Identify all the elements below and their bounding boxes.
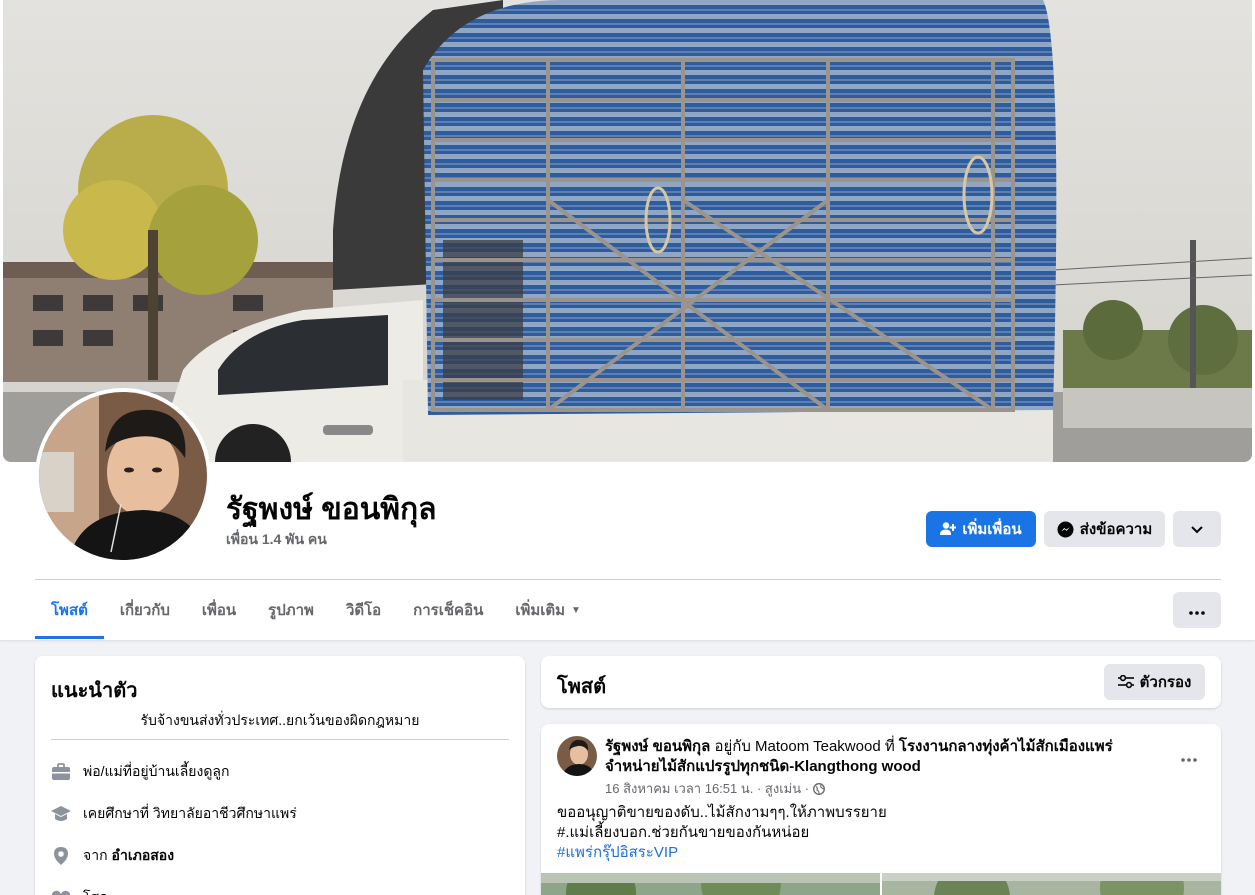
chevron-down-icon	[1191, 521, 1203, 538]
intro-bio: รับจ้างขนส่งทั่วประเทศ..ยกเว้นของผิดกฎหม…	[140, 712, 420, 728]
posts-title: โพสต์	[557, 676, 607, 698]
post-meta: 16 สิงหาคม เวลา 16:51 น. · สูงเม่น ·	[605, 778, 825, 799]
posts-header-card: โพสต์ ตัวกรอง	[541, 656, 1221, 708]
tab-more[interactable]: เพิ่มเติม ▼	[499, 581, 597, 639]
post-card: รัฐพงษ์ ขอนพิกุล อยู่กับ Matoom Teakwood…	[541, 724, 1221, 895]
caret-down-icon: ▼	[571, 604, 581, 616]
intro-item-hometown: จาก อำเภอสอง	[51, 845, 174, 867]
intro-card: แนะนำตัว รับจ้างขนส่งทั่วประเทศ..ยกเว้นข…	[35, 656, 525, 895]
post-author-name[interactable]: รัฐพงษ์ ขอนพิกุล	[605, 738, 710, 755]
ellipsis-icon	[1189, 602, 1205, 619]
intro-hometown-link[interactable]: อำเภอสอง	[112, 845, 174, 867]
intro-item-education: เคยศึกษาที่ วิทยาลัยอาชีวศึกษาแพร่	[51, 803, 297, 825]
add-friend-label: เพิ่มเพื่อน	[962, 521, 1022, 538]
friends-count[interactable]: เพื่อน 1.4 พัน คน	[226, 529, 327, 551]
post-author-avatar[interactable]	[557, 736, 597, 776]
post-tagged-person[interactable]: Matoom Teakwood	[755, 738, 881, 755]
tab-label: รูปภาพ	[268, 602, 314, 619]
post-body: ขออนุญาติขายของดับ..ไม้สักงามๆๆ.ให้ภาพบร…	[557, 803, 1197, 863]
avatar-image	[39, 392, 207, 560]
filter-label: ตัวกรอง	[1139, 674, 1192, 691]
location-pin-icon	[51, 846, 71, 866]
filter-button[interactable]: ตัวกรอง	[1104, 664, 1205, 700]
profile-avatar[interactable]	[35, 388, 211, 564]
profile-header: รัฐพงษ์ ขอนพิกุล เพื่อน 1.4 พัน คน เพิ่ม…	[0, 0, 1255, 640]
tab-photos[interactable]: รูปภาพ	[252, 581, 330, 639]
profile-dropdown-button[interactable]	[1173, 511, 1221, 547]
tab-label: โพสต์	[51, 602, 88, 619]
intro-divider	[51, 739, 509, 740]
tab-videos[interactable]: วิดีโอ	[330, 581, 397, 639]
intro-title: แนะนำตัว	[51, 680, 138, 702]
post-hashtag[interactable]: #แพร่กรุ๊ปอิสระVIP	[557, 843, 1197, 863]
tab-checkins[interactable]: การเช็คอิน	[397, 581, 499, 639]
more-options-button[interactable]	[1173, 592, 1221, 628]
intro-item-relationship: โสด	[51, 887, 108, 895]
cover-photo[interactable]	[3, 0, 1252, 462]
post-timestamp[interactable]: 16 สิงหาคม เวลา 16:51 น. · สูงเม่น ·	[605, 778, 809, 799]
profile-name: รัฐพงษ์ ขอนพิกุล	[226, 493, 437, 526]
post-photo[interactable]	[882, 873, 1221, 895]
intro-item-text: โสด	[83, 887, 108, 895]
tab-label: การเช็คอิน	[413, 602, 484, 619]
heart-icon	[51, 888, 71, 895]
tab-label: เพื่อน	[201, 602, 237, 619]
intro-item-text: พ่อ/แม่ที่อยู่บ้านเลี้ยงดูลูก	[83, 763, 230, 779]
intro-item-text: เคยศึกษาที่ วิทยาลัยอาชีวศึกษาแพร่	[83, 805, 297, 821]
message-button[interactable]: ส่งข้อความ	[1044, 511, 1165, 547]
globe-icon	[813, 782, 825, 795]
tab-label: วิดีโอ	[345, 602, 382, 619]
message-label: ส่งข้อความ	[1079, 521, 1153, 538]
post-body-line: #.แม่เลี้ยงบอก.ช่วยกันขายของกันหน่อย	[557, 824, 810, 841]
post-body-line: ขออนุญาติขายของดับ..ไม้สักงามๆๆ.ให้ภาพบร…	[557, 804, 887, 821]
briefcase-icon	[51, 762, 71, 782]
filter-sliders-icon	[1117, 675, 1134, 689]
messenger-icon	[1057, 521, 1074, 538]
tab-about[interactable]: เกี่ยวกับ	[104, 581, 186, 639]
tab-label: เพิ่มเติม	[515, 602, 566, 619]
post-header-text: รัฐพงษ์ ขอนพิกุล อยู่กับ Matoom Teakwood…	[605, 737, 1145, 777]
graduation-cap-icon	[51, 804, 71, 824]
profile-tabs: โพสต์ เกี่ยวกับ เพื่อน รูปภาพ วิดีโอ การ…	[35, 581, 597, 639]
intro-item-text: จาก	[83, 847, 108, 863]
add-person-icon	[940, 521, 957, 537]
post-photos	[541, 873, 1221, 895]
header-divider	[35, 579, 1221, 580]
post-photo[interactable]	[541, 873, 880, 895]
post-options-button[interactable]	[1175, 742, 1203, 770]
tab-label: เกี่ยวกับ	[119, 602, 170, 619]
ellipsis-icon	[1181, 746, 1197, 767]
add-friend-button[interactable]: เพิ่มเพื่อน	[926, 511, 1036, 547]
intro-item-work: พ่อ/แม่ที่อยู่บ้านเลี้ยงดูลูก	[51, 761, 230, 783]
post-at-text: ที่	[884, 738, 895, 755]
tab-friends[interactable]: เพื่อน	[186, 581, 252, 639]
tab-posts[interactable]: โพสต์	[35, 581, 104, 639]
post-with-text: อยู่กับ	[714, 738, 751, 755]
